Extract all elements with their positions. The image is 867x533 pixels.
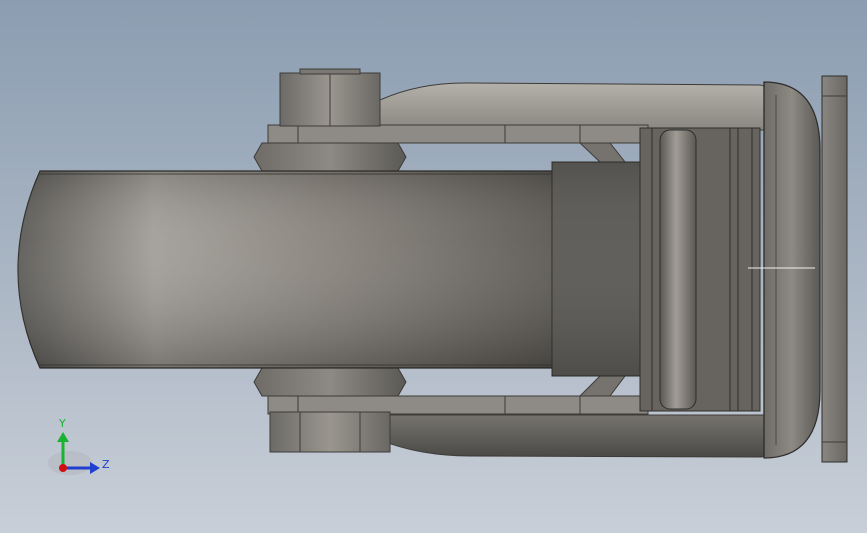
hex-nut-bottom — [269, 411, 391, 453]
fork-plate-top — [267, 124, 649, 144]
strut-bottom — [578, 375, 626, 397]
graphics-viewport[interactable]: Y Z — [0, 0, 867, 533]
fork-arm-top — [379, 82, 771, 131]
triad-y-label: Y — [58, 417, 66, 430]
fork-arm-bottom — [379, 414, 771, 458]
orientation-triad: Y Z — [48, 417, 110, 475]
bearing-collar-bottom — [253, 367, 407, 397]
mounting-plate — [821, 75, 848, 463]
kingpin — [659, 129, 697, 410]
bearing-collar-top — [253, 142, 407, 172]
caster-model[interactable]: Y Z — [0, 0, 867, 533]
swivel-frame — [639, 127, 761, 412]
swivel-dome — [763, 81, 821, 459]
triad-z-label: Z — [102, 458, 110, 471]
fork-plate-bottom — [267, 395, 649, 415]
strut-top — [578, 142, 627, 163]
triad-origin — [59, 464, 67, 472]
